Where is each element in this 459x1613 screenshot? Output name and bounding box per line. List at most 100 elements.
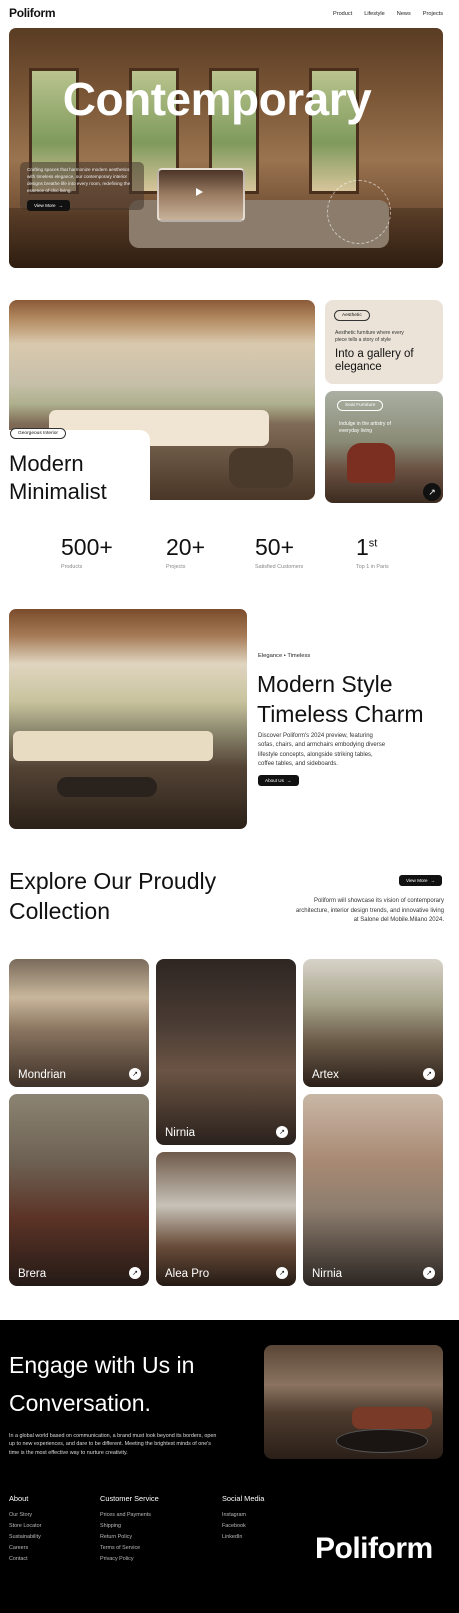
- stat-value: 500+: [61, 534, 113, 560]
- collection-item-label: Brera: [18, 1268, 47, 1280]
- stat-products: 500+ Products: [61, 534, 113, 570]
- footer-link-store-locator[interactable]: Store Locator: [9, 1523, 41, 1529]
- modern-title-line2: Timeless Charm: [257, 701, 424, 727]
- play-icon[interactable]: [196, 188, 203, 196]
- sofa-shape: [13, 731, 213, 761]
- arrow-up-right-icon[interactable]: ↗: [423, 1267, 435, 1279]
- stat-label: Products: [61, 564, 83, 570]
- arrow-right-icon: →: [286, 778, 292, 783]
- aesthetic-title: Into a gallery of elegance: [335, 348, 414, 373]
- footer-description: In a global world based on communication…: [9, 1433, 217, 1456]
- modern-description: Discover Poliform's 2024 preview, featur…: [258, 733, 386, 768]
- modern-style-image: [9, 609, 247, 829]
- stat-label: Satisfied Customers: [255, 564, 304, 570]
- seat-text: Indulge in the artistry of everyday livi…: [339, 421, 391, 434]
- nav-projects[interactable]: Projects: [423, 11, 443, 17]
- rotating-badge: [327, 180, 391, 244]
- nav-news[interactable]: News: [397, 11, 411, 17]
- collection-item-artex[interactable]: Artex ↗: [303, 959, 443, 1087]
- hero-view-more-button[interactable]: View More →: [27, 200, 71, 211]
- arrow-up-right-icon[interactable]: ↗: [423, 1068, 435, 1080]
- arrow-right-icon: →: [58, 203, 64, 208]
- seat-furniture-card[interactable]: Seat Furniture Indulge in the artistry o…: [325, 391, 443, 503]
- stat-projects: 20+ Projects: [166, 534, 205, 570]
- footer-col-heading: About: [9, 1494, 29, 1503]
- hero-title: Contemporary: [62, 73, 372, 125]
- collection-item-brera[interactable]: Brera ↗: [9, 1094, 149, 1286]
- footer-link-sustainability[interactable]: Sustainability: [9, 1534, 41, 1540]
- footer-col-heading: Social Media: [222, 1494, 265, 1503]
- footer-link-facebook[interactable]: Facebook: [222, 1523, 264, 1529]
- collection-item-label: Artex: [312, 1069, 339, 1081]
- aesthetic-text: Aesthetic furniture where every piece te…: [335, 330, 404, 343]
- sofa-shape: [352, 1407, 432, 1429]
- gallery-title-line1: Modern: [9, 451, 84, 476]
- collection-item-nirnia[interactable]: Nirnia ↗: [156, 959, 296, 1145]
- footer-link-instagram[interactable]: Instagram: [222, 1512, 264, 1518]
- arrow-right-icon: →: [430, 878, 436, 883]
- stat-value: 20+: [166, 534, 206, 560]
- collection-view-more-button[interactable]: View More →: [399, 875, 443, 886]
- main-nav: Product Lifestyle News Projects: [333, 11, 443, 17]
- coffee-table-shape: [57, 777, 157, 797]
- stat-top-rank: 1st Top 1 in Paris: [356, 534, 389, 570]
- collection-title-line1: Explore Our Proudly: [9, 868, 217, 894]
- about-us-label: About Us: [265, 778, 284, 783]
- footer-link-terms[interactable]: Terms of Service: [100, 1545, 159, 1551]
- arrow-up-right-icon[interactable]: ↗: [276, 1126, 288, 1138]
- aesthetic-card: Aesthetic Aesthetic furniture where ever…: [325, 300, 443, 384]
- collection-item-alea-pro[interactable]: Alea Pro ↗: [156, 1152, 296, 1286]
- stat-value-number: 1: [356, 534, 369, 560]
- footer-link-careers[interactable]: Careers: [9, 1545, 41, 1551]
- collection-title: Explore Our Proudly Collection: [9, 866, 216, 926]
- stat-value-suffix: st: [368, 537, 378, 550]
- footer-link-return-policy[interactable]: Return Policy: [100, 1534, 159, 1540]
- collection-title-line2: Collection: [9, 898, 110, 924]
- collection-item-label: Mondrian: [18, 1069, 66, 1081]
- armchair-shape: [347, 443, 395, 483]
- modern-title: Modern Style Timeless Charm: [257, 669, 424, 729]
- arrow-up-right-icon[interactable]: ↗: [129, 1267, 141, 1279]
- arrow-up-right-icon[interactable]: ↗: [129, 1068, 141, 1080]
- chair-shape: [229, 448, 293, 488]
- gallery-title: Modern Minimalist: [9, 450, 107, 506]
- footer-title-line2: Conversation.: [9, 1390, 151, 1416]
- hero-description: Crafting spaces that harmonize modern ae…: [27, 167, 131, 193]
- footer-col-heading: Customer Service: [100, 1494, 159, 1503]
- collection-view-more-label: View More: [406, 878, 428, 883]
- collection-item-label: Nirnia: [165, 1127, 196, 1139]
- footer-image: [264, 1345, 443, 1459]
- footer-col-customer-service: Customer Service Prices and Payments Shi…: [100, 1494, 159, 1562]
- nav-product[interactable]: Product: [333, 11, 352, 17]
- footer-link-our-story[interactable]: Our Story: [9, 1512, 41, 1518]
- footer-col-about: About Our Story Store Locator Sustainabi…: [9, 1494, 41, 1562]
- collection-item-label: Nirnia: [312, 1268, 343, 1280]
- footer-link-prices[interactable]: Prices and Payments: [100, 1512, 159, 1518]
- seat-tag: Seat Furniture: [337, 400, 384, 411]
- footer-logo[interactable]: Poliform: [315, 1532, 433, 1566]
- coffee-table-shape: [336, 1429, 428, 1453]
- collection-description: Poliform will showcase its vision of con…: [295, 898, 444, 923]
- footer-link-privacy[interactable]: Privacy Policy: [100, 1556, 159, 1562]
- stat-label: Top 1 in Paris: [356, 564, 389, 570]
- footer-title: Engage with Us in Conversation.: [9, 1346, 194, 1422]
- stat-customers: 50+ Satisfied Customers: [255, 534, 303, 570]
- footer-title-line1: Engage with Us in: [9, 1352, 195, 1378]
- modern-title-line1: Modern Style: [257, 671, 393, 697]
- footer-link-linkedin[interactable]: LinkedIn: [222, 1534, 264, 1540]
- gallery-tag: Georgeous Interior: [10, 428, 66, 439]
- nav-lifestyle[interactable]: Lifestyle: [364, 11, 385, 17]
- footer-link-shipping[interactable]: Shipping: [100, 1523, 159, 1529]
- arrow-up-right-icon[interactable]: ↗: [423, 483, 441, 501]
- modern-kicker: Elegance • Timeless: [258, 653, 311, 659]
- footer-link-contact[interactable]: Contact: [9, 1556, 41, 1562]
- brand-logo[interactable]: Poliform: [9, 6, 56, 20]
- collection-item-label: Alea Pro: [165, 1268, 210, 1280]
- stat-value: 50+: [255, 534, 295, 560]
- arrow-up-right-icon[interactable]: ↗: [276, 1267, 288, 1279]
- collection-item-nirnia-2[interactable]: Nirnia ↗: [303, 1094, 443, 1286]
- about-us-button[interactable]: About Us →: [258, 775, 299, 786]
- gallery-title-line2: Minimalist: [9, 479, 107, 504]
- collection-item-mondrian[interactable]: Mondrian ↗: [9, 959, 149, 1087]
- stat-value: 1st: [356, 534, 389, 561]
